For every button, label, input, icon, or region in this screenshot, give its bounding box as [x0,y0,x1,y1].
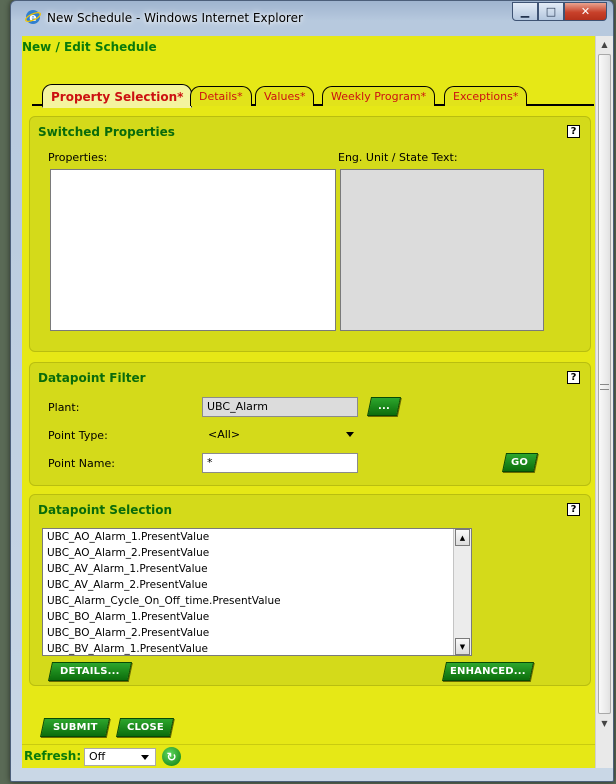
eng-unit-list [340,169,544,331]
point-type-select[interactable]: <All> [202,425,358,445]
datapoint-list[interactable]: UBC_AO_Alarm_1.PresentValue UBC_AO_Alarm_… [42,528,472,656]
datapoint-filter-title: Datapoint Filter [38,371,146,385]
submit-button[interactable]: SUBMIT [39,718,111,737]
grip-icon [600,384,609,390]
help-icon[interactable]: ? [567,125,580,138]
close-button[interactable]: CLOSE [115,718,175,737]
minimize-icon: ▁ [520,5,530,18]
tab-exceptions[interactable]: Exceptions* [444,86,528,106]
chevron-down-icon [141,755,149,760]
go-label: GO [511,457,529,468]
plant-label: Plant: [48,401,80,414]
refresh-value: Off [89,750,106,763]
datapoint-filter-panel: Datapoint Filter ? Plant: UBC_Alarm ... … [29,362,591,486]
chevron-down-icon [346,432,354,437]
help-icon[interactable]: ? [567,503,580,516]
enhanced-button[interactable]: ENHANCED... [441,662,535,681]
properties-label: Properties: [48,151,108,164]
list-item[interactable]: UBC_Alarm_Cycle_On_Off_time.PresentValue [43,593,471,609]
maximize-button[interactable]: □ [538,2,564,21]
maximize-icon: □ [545,5,557,18]
properties-list[interactable] [50,169,336,331]
submit-label: SUBMIT [52,722,98,733]
browse-label: ... [378,401,390,412]
scroll-up-icon[interactable]: ▲ [596,36,613,53]
scroll-down-icon[interactable]: ▼ [455,638,470,655]
tab-details[interactable]: Details* [190,86,252,106]
browse-plant-button[interactable]: ... [366,397,402,416]
refresh-select[interactable]: Off [84,748,156,766]
ie-icon: e [25,10,41,24]
window-title: New Schedule - Windows Internet Explorer [47,11,303,25]
scroll-down-icon[interactable]: ▼ [596,715,613,732]
datapoint-list-scrollbar[interactable]: ▲ ▼ [453,529,471,655]
scroll-up-icon[interactable]: ▲ [455,529,470,546]
close-window-button[interactable]: ✕ [564,2,607,21]
eng-unit-label: Eng. Unit / State Text: [338,151,458,164]
page-scrollbar[interactable]: ▲ ▼ [595,36,613,768]
datapoint-selection-title: Datapoint Selection [38,503,173,517]
plant-field: UBC_Alarm [202,397,358,417]
point-type-label: Point Type: [48,429,108,442]
switched-properties-title: Switched Properties [38,125,175,139]
minimize-button[interactable]: ▁ [512,2,538,21]
point-type-value: <All> [208,428,241,441]
tab-values[interactable]: Values* [255,86,315,106]
details-button[interactable]: DETAILS... [47,662,133,681]
list-item[interactable]: UBC_AV_Alarm_1.PresentValue [43,561,471,577]
tab-bar: Property Selection* Details* Values* Wee… [32,84,594,108]
list-item[interactable]: UBC_BO_Alarm_2.PresentValue [43,625,471,641]
go-button[interactable]: GO [501,453,539,472]
datapoint-selection-panel: Datapoint Selection ? UBC_AO_Alarm_1.Pre… [29,494,591,686]
title-bar[interactable]: e New Schedule - Windows Internet Explor… [11,1,613,35]
details-label: DETAILS... [60,666,120,677]
point-name-label: Point Name: [48,457,115,470]
refresh-bar: Refresh: Off ↻ [22,744,595,768]
refresh-icon[interactable]: ↻ [162,747,181,766]
close-label: CLOSE [126,722,164,733]
enhanced-label: ENHANCED... [450,666,526,677]
help-icon[interactable]: ? [567,371,580,384]
list-item[interactable]: UBC_BV_Alarm_1.PresentValue [43,641,471,657]
page-content: New / Edit Schedule Property Selection* … [22,36,613,768]
close-icon: ✕ [580,5,591,18]
tab-weekly-program[interactable]: Weekly Program* [322,86,436,106]
point-name-input[interactable]: * [202,453,358,473]
list-item[interactable]: UBC_AO_Alarm_1.PresentValue [43,529,471,545]
tab-property-selection[interactable]: Property Selection* [42,84,193,108]
page-title: New / Edit Schedule [22,40,157,54]
list-item[interactable]: UBC_AV_Alarm_2.PresentValue [43,577,471,593]
refresh-label: Refresh: [24,749,82,763]
switched-properties-panel: Switched Properties ? Properties: Eng. U… [29,116,591,352]
list-item[interactable]: UBC_AO_Alarm_2.PresentValue [43,545,471,561]
list-item[interactable]: UBC_BO_Alarm_1.PresentValue [43,609,471,625]
